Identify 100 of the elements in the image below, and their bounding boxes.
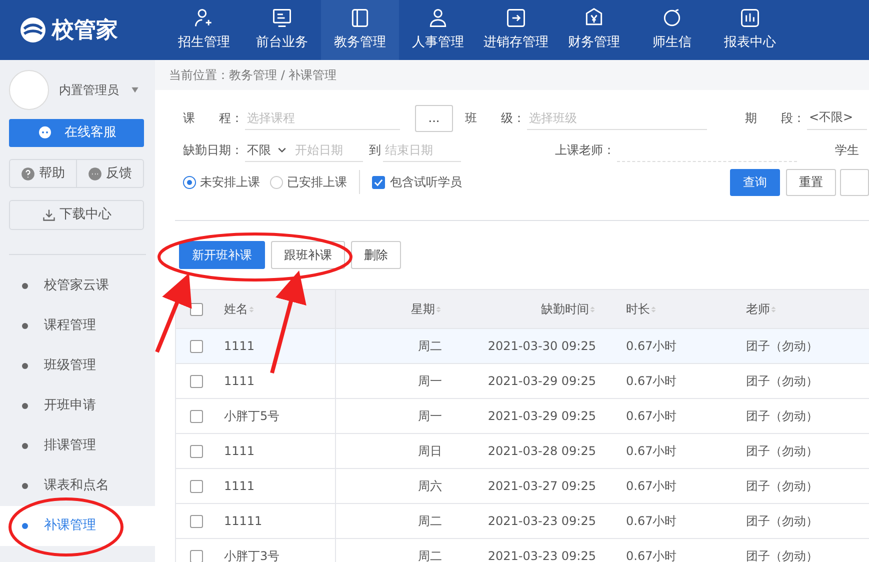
table-cell: 0.67小时: [626, 514, 677, 528]
sidebar-item[interactable]: 开班申请: [0, 386, 155, 426]
table-cell: 团子（勿动）: [746, 339, 818, 353]
avatar: [9, 70, 49, 110]
nav-tab[interactable]: 人事管理: [399, 0, 477, 60]
bullet-icon: [22, 403, 28, 409]
table-cell: 周一: [418, 374, 442, 388]
table-cell-text: 1111: [224, 373, 255, 390]
nav-tab[interactable]: 招生管理: [165, 0, 243, 60]
nav-tab[interactable]: 前台业务: [243, 0, 321, 60]
period-select[interactable]: <不限>: [807, 106, 867, 130]
bullet-icon: [22, 443, 28, 449]
row-checkbox[interactable]: [190, 374, 202, 388]
sidebar-item[interactable]: 班级管理: [0, 346, 155, 386]
sidebar-item[interactable]: 课程管理: [0, 306, 155, 346]
table-cell-text: 1111: [224, 478, 255, 495]
table-cell: 0.67小时: [626, 549, 677, 562]
help-icon: [21, 166, 35, 180]
bullet-icon: [22, 283, 28, 289]
table-cell-text: 1111: [224, 443, 255, 460]
column-header[interactable]: 星期: [411, 302, 435, 316]
query-button[interactable]: 查询: [730, 168, 780, 196]
select-all-checkbox[interactable]: [190, 302, 202, 316]
action-button[interactable]: 跟班补课: [271, 241, 345, 269]
table-cell-text: 小胖丁3号: [224, 548, 280, 562]
bullet-icon: [22, 483, 28, 489]
bullet-icon: [22, 363, 28, 369]
row-checkbox[interactable]: [190, 444, 202, 458]
table-cell: 团子（勿动）: [746, 374, 818, 388]
row-checkbox[interactable]: [190, 480, 202, 492]
table-cell: 团子（勿动）: [746, 479, 818, 493]
feedback-button[interactable]: 反馈: [76, 160, 143, 187]
input-field[interactable]: 选择班级: [527, 106, 707, 130]
column-header[interactable]: 姓名: [224, 300, 248, 318]
table-cell: 周一: [418, 409, 442, 423]
bullet-icon: [22, 523, 28, 529]
table-cell-text: 11111: [224, 513, 262, 530]
input-field[interactable]: 结束日期: [383, 138, 461, 162]
sidebar-item[interactable]: 补课管理: [0, 506, 155, 546]
nav-tab[interactable]: 财务管理: [555, 0, 633, 60]
table-cell: 2021-03-23 09:25: [488, 549, 596, 562]
bullet-icon: [22, 323, 28, 329]
breadcrumb: 当前位置：教务管理 / 补课管理: [169, 67, 337, 84]
radio-option[interactable]: 已安排上课: [270, 173, 347, 191]
caret-icon: [129, 86, 141, 94]
field-label: 学生: [835, 142, 859, 159]
table-cell: 0.67小时: [626, 409, 677, 423]
row-checkbox[interactable]: [190, 550, 202, 562]
table-cell: 0.67小时: [626, 444, 677, 458]
table-cell: 0.67小时: [626, 339, 677, 353]
sidebar-item[interactable]: 排课管理: [0, 426, 155, 466]
table-cell: 2021-03-28 09:25: [488, 444, 596, 458]
table-cell: 周二: [418, 339, 442, 353]
chart-icon: [739, 7, 761, 30]
radio-option[interactable]: 未安排上课: [183, 173, 260, 191]
nav-tab[interactable]: 进销存管理: [477, 0, 555, 60]
table-cell-text: 1111: [224, 338, 255, 355]
column-header[interactable]: 老师: [746, 302, 770, 316]
more-button[interactable]: ...: [415, 104, 453, 132]
table-cell: 周六: [418, 479, 442, 493]
trial-checkbox[interactable]: 包含试听学员: [372, 173, 462, 191]
row-checkbox[interactable]: [190, 514, 202, 528]
download-icon: [42, 208, 56, 222]
download-button[interactable]: 下载中心: [9, 200, 144, 230]
table-cell: 团子（勿动）: [746, 409, 818, 423]
input-field[interactable]: 开始日期: [293, 138, 363, 162]
chat-icon: [88, 166, 102, 180]
table-cell: 2021-03-23 09:25: [488, 514, 596, 528]
action-button[interactable]: 新开班补课: [179, 241, 265, 269]
chat-bubble-icon: [36, 125, 52, 141]
table-cell: 周二: [418, 549, 442, 562]
field-label: 缺勤日期：: [183, 142, 243, 159]
table-cell: 2021-03-29 09:25: [488, 409, 596, 423]
reset-button[interactable]: 重置: [786, 168, 836, 196]
monitor-icon: [271, 7, 293, 30]
table-cell: 周二: [418, 514, 442, 528]
row-checkbox[interactable]: [190, 410, 202, 422]
column-header[interactable]: 时长: [626, 302, 650, 316]
sidebar-item[interactable]: 课表和点名: [0, 466, 155, 506]
column-header[interactable]: 缺勤时间: [541, 302, 589, 316]
date-range-select[interactable]: 不限: [245, 138, 293, 162]
online-service-button[interactable]: 在线客服: [9, 119, 144, 147]
help-button[interactable]: 帮助: [10, 160, 76, 187]
table-cell: 0.67小时: [626, 374, 677, 388]
button[interactable]: [840, 168, 869, 196]
table-cell: 2021-03-30 09:25: [488, 339, 596, 353]
nav-tab[interactable]: 报表中心: [711, 0, 789, 60]
input-field[interactable]: 选择课程: [245, 106, 400, 130]
action-button[interactable]: 删除: [351, 241, 401, 269]
table-cell: 2021-03-29 09:25: [488, 374, 596, 388]
table-cell: 团子（勿动）: [746, 514, 818, 528]
logo-text: 校管家: [52, 16, 118, 44]
table-cell: 团子（勿动）: [746, 549, 818, 562]
nav-tab[interactable]: 师生信: [633, 0, 711, 60]
row-checkbox[interactable]: [190, 340, 202, 352]
logo-icon: [18, 15, 48, 45]
sidebar-item[interactable]: 校管家云课: [0, 266, 155, 306]
user-name: 内置管理员: [59, 82, 119, 99]
table-cell: 0.67小时: [626, 479, 677, 493]
nav-tab[interactable]: 教务管理: [321, 0, 399, 60]
